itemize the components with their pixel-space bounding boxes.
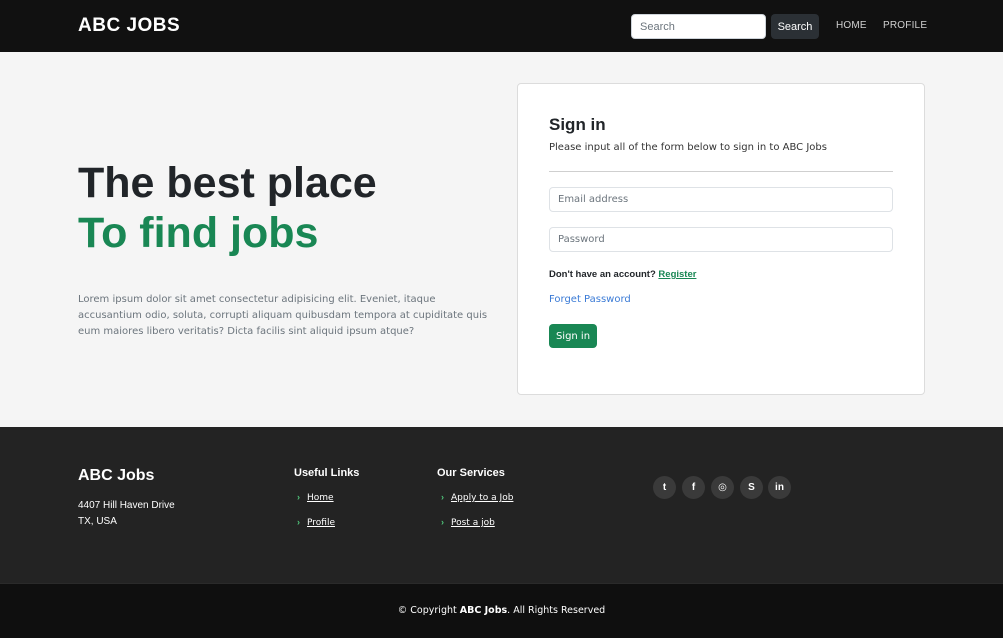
hero-description: Lorem ipsum dolor sit amet consectetur a… xyxy=(78,294,488,337)
copyright-brand: ABC Jobs xyxy=(459,605,508,616)
useful-links-heading: Useful Links xyxy=(294,467,360,479)
copyright-prefix: © Copyright xyxy=(397,605,457,616)
hero-title-line2: To find jobs xyxy=(78,209,319,257)
search-button[interactable]: Search xyxy=(771,14,819,39)
hero-title-line1: The best place xyxy=(78,159,377,207)
divider xyxy=(549,171,893,172)
brand-logo[interactable]: ABC JOBS xyxy=(78,15,180,37)
no-account-text: Don't have an account? xyxy=(549,269,656,280)
signin-subtitle: Please input all of the form below to si… xyxy=(549,142,827,153)
chevron-right-icon: › xyxy=(441,492,444,502)
register-link[interactable]: Register xyxy=(658,269,696,280)
footer-address-line1: 4407 Hill Haven Drive xyxy=(78,500,175,511)
twitter-icon[interactable]: t xyxy=(653,476,676,499)
password-field[interactable] xyxy=(549,227,893,252)
chevron-right-icon: › xyxy=(441,517,444,527)
chevron-right-icon: › xyxy=(297,517,300,527)
chevron-right-icon: › xyxy=(297,492,300,502)
search-input[interactable] xyxy=(631,14,766,39)
footer-link-profile[interactable]: Profile xyxy=(307,518,335,528)
signin-button[interactable]: Sign in xyxy=(549,324,597,348)
signin-title: Sign in xyxy=(549,115,606,134)
register-prompt: Don't have an account? Register xyxy=(549,269,696,280)
footer: ABC Jobs 4407 Hill Haven Drive TX, USA U… xyxy=(0,427,1003,583)
navbar: ABC JOBS Search HOME PROFILE xyxy=(0,0,1003,52)
nav-link-profile[interactable]: PROFILE xyxy=(883,20,927,31)
copyright-suffix: . All Rights Reserved xyxy=(507,605,606,616)
our-services-heading: Our Services xyxy=(437,467,505,479)
forget-password-link[interactable]: Forget Password xyxy=(549,294,631,305)
facebook-icon[interactable]: f xyxy=(682,476,705,499)
footer-brand: ABC Jobs xyxy=(78,467,155,484)
footer-link-post-job[interactable]: Post a job xyxy=(451,518,495,528)
instagram-icon[interactable]: ◎ xyxy=(711,476,734,499)
skype-icon[interactable]: S xyxy=(740,476,763,499)
signin-card: Sign in Please input all of the form bel… xyxy=(517,83,925,395)
copyright-bar: © Copyright ABC Jobs. All Rights Reserve… xyxy=(0,583,1003,638)
copyright-text: © Copyright ABC Jobs. All Rights Reserve… xyxy=(0,605,1003,616)
footer-address-line2: TX, USA xyxy=(78,516,117,527)
email-field[interactable] xyxy=(549,187,893,212)
footer-link-home[interactable]: Home xyxy=(307,493,334,503)
nav-link-home[interactable]: HOME xyxy=(836,20,867,31)
footer-link-apply-job[interactable]: Apply to a Job xyxy=(451,493,513,503)
linkedin-icon[interactable]: in xyxy=(768,476,791,499)
